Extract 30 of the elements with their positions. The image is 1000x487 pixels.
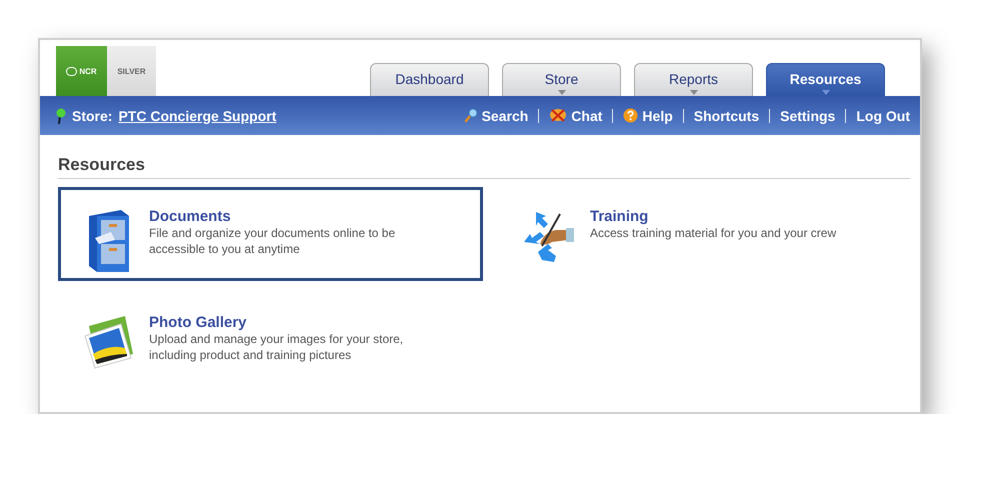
nav-link[interactable]: Shortcuts bbox=[694, 108, 760, 124]
ncr-ring-icon bbox=[66, 66, 78, 76]
search-icon bbox=[464, 108, 478, 123]
brand-name: NCR bbox=[79, 66, 97, 76]
photo-stack-icon bbox=[83, 314, 135, 370]
resource-title: Photo Gallery bbox=[149, 314, 248, 331]
nav-link[interactable]: Search bbox=[464, 108, 528, 124]
help-icon bbox=[623, 108, 638, 123]
nav-tab[interactable]: Dashboard bbox=[370, 63, 489, 96]
page-title: Resources bbox=[58, 155, 910, 179]
pin-icon bbox=[56, 108, 66, 124]
resource-card[interactable]: Training Access training material for you and your crew bbox=[499, 187, 859, 281]
resource-title: Training bbox=[590, 208, 650, 225]
nav-link[interactable]: Chat bbox=[549, 108, 602, 124]
resource-card[interactable]: Photo Gallery Upload and manage your images for your store, including product and training pictures bbox=[58, 293, 483, 387]
resource-description: File and organize your documents online to be accessible to you at anytime bbox=[149, 225, 396, 257]
resource-description: Access training material for you and your crew bbox=[590, 225, 836, 241]
nav-link[interactable]: Help bbox=[623, 108, 673, 124]
store-label: Store: bbox=[72, 108, 112, 124]
nav-link[interactable]: Log Out bbox=[856, 108, 910, 124]
nav-tab[interactable]: Reports bbox=[634, 63, 753, 96]
resource-description: Upload and manage your images for your store, including product and training pictures bbox=[149, 331, 404, 363]
resource-card[interactable]: Documents File and organize your documents online to be accessible to you at anytime bbox=[58, 187, 483, 281]
store-link[interactable]: PTC Concierge Support bbox=[118, 108, 276, 124]
nav-link[interactable]: Settings bbox=[780, 108, 836, 124]
nav-tab[interactable]: Resources bbox=[766, 63, 885, 96]
resource-title: Documents bbox=[149, 208, 232, 225]
nav-tab[interactable]: Store bbox=[502, 63, 621, 96]
product-name: SILVER bbox=[117, 66, 146, 76]
chat-icon bbox=[549, 108, 568, 123]
